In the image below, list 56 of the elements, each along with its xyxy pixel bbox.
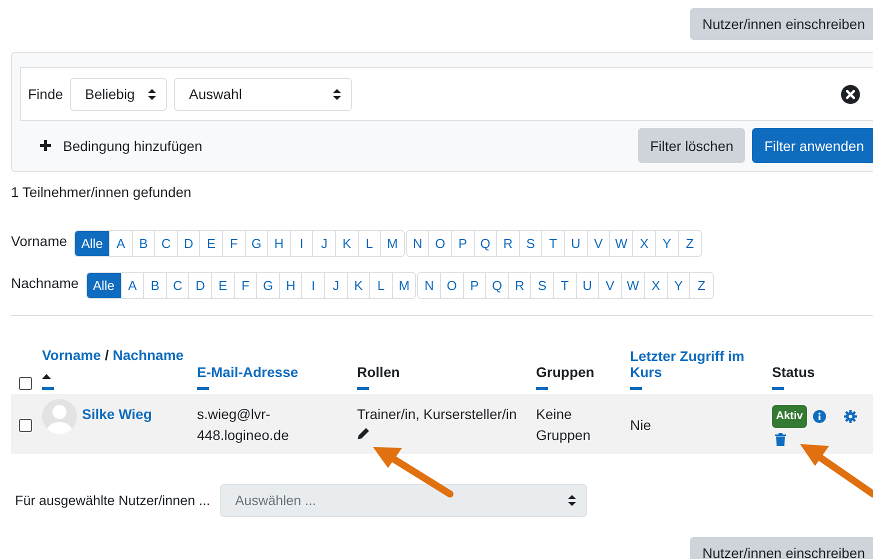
- updown-icon: [333, 88, 342, 100]
- info-icon[interactable]: [812, 410, 826, 423]
- initial-link[interactable]: S: [520, 231, 542, 256]
- initial-link[interactable]: L: [358, 231, 382, 256]
- initial-link[interactable]: N: [406, 231, 430, 256]
- initial-link[interactable]: Q: [474, 231, 498, 256]
- result-count: 1 Teilnehmer/innen gefunden: [11, 184, 192, 200]
- initial-link[interactable]: K: [348, 273, 370, 298]
- clear-filters-button[interactable]: Filter löschen: [638, 128, 746, 163]
- initial-link[interactable]: Z: [678, 231, 702, 256]
- user-name-link[interactable]: Silke Wieg: [82, 404, 152, 425]
- initial-link[interactable]: U: [576, 273, 600, 298]
- apply-filters-button[interactable]: Filter anwenden: [752, 128, 873, 163]
- match-label: Finde: [28, 86, 64, 102]
- bulk-action-select[interactable]: Auswählen ...: [220, 484, 588, 517]
- sort-link[interactable]: E-Mail-Adresse: [197, 364, 357, 380]
- status-badge: Aktiv: [772, 405, 807, 428]
- separator: /: [104, 347, 109, 363]
- initials-label: Vorname: [11, 232, 68, 248]
- initial-link[interactable]: Y: [668, 273, 690, 298]
- initial-link[interactable]: Alle: [75, 231, 110, 256]
- roles-text: Trainer/in, Kursersteller/in: [357, 405, 517, 424]
- column-header: Rollen: [357, 364, 401, 380]
- add-condition-link[interactable]: Bedingung hinzufügen: [40, 138, 202, 154]
- column-header: Status: [772, 364, 816, 380]
- initials-label: Nachname: [11, 274, 79, 290]
- initial-link[interactable]: A: [122, 273, 144, 298]
- sort-link[interactable]: Vorname: [42, 347, 101, 363]
- pencil-icon[interactable]: [357, 427, 370, 440]
- bulk-action-label: Für ausgewählte Nutzer/innen ...: [15, 493, 210, 508]
- initial-link[interactable]: G: [246, 231, 268, 256]
- enrol-users-button[interactable]: Nutzer/innen einschreiben: [690, 537, 873, 559]
- updown-icon: [568, 495, 576, 506]
- initial-link[interactable]: F: [234, 273, 258, 298]
- sort-link[interactable]: Letzter Zugriff im Kurs: [630, 348, 772, 380]
- condition-select[interactable]: Auswahl: [174, 78, 352, 110]
- avatar: [42, 399, 77, 434]
- trash-icon[interactable]: [775, 433, 786, 446]
- initial-link[interactable]: N: [418, 273, 442, 298]
- select-all-checkbox[interactable]: [19, 377, 32, 390]
- initial-link[interactable]: P: [464, 273, 486, 298]
- initial-link[interactable]: B: [132, 231, 156, 256]
- groups-text: Keine Gruppen: [536, 405, 592, 445]
- plus-icon: [40, 140, 51, 151]
- email-text: s.wieg@lvr-448.logineo.de: [197, 405, 290, 445]
- column-header: Gruppen: [536, 364, 596, 380]
- initial-link[interactable]: Alle: [86, 273, 122, 298]
- enrol-users-button[interactable]: Nutzer/innen einschreiben: [690, 8, 873, 40]
- last-access-text: Nie: [630, 416, 652, 434]
- updown-icon: [148, 88, 156, 100]
- row-checkbox[interactable]: [19, 418, 32, 432]
- initial-link[interactable]: V: [588, 231, 610, 256]
- remove-icon[interactable]: [841, 84, 860, 104]
- match-select[interactable]: Beliebig: [70, 78, 168, 110]
- sort-link[interactable]: Nachname: [112, 347, 184, 363]
- settings-icon[interactable]: [844, 410, 857, 423]
